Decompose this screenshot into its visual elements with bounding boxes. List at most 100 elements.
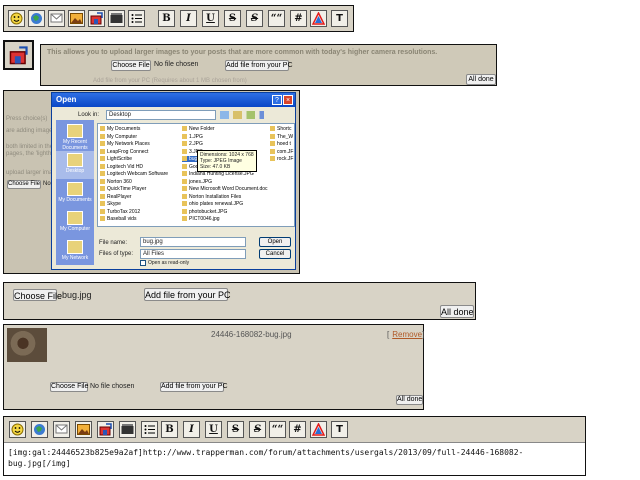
place-my-computer[interactable]: My Computer	[56, 209, 94, 237]
place-my-documents[interactable]: My Documents	[56, 180, 94, 208]
file-list-item-label: ohio plates renewal.JPG	[189, 201, 244, 207]
strikethrough-button[interactable]: S	[224, 10, 241, 27]
smiley-icon[interactable]	[8, 10, 25, 27]
file-list-item[interactable]: My Documents	[100, 126, 140, 132]
quote-button[interactable]: ““	[268, 10, 285, 27]
add-file-button[interactable]: Add file from your PC	[225, 60, 293, 71]
place-desktop[interactable]: Desktop	[56, 151, 94, 179]
choose-file-button[interactable]: Choose File	[50, 382, 88, 392]
help-icon[interactable]: ?	[272, 95, 282, 105]
globe-link-icon[interactable]	[31, 421, 48, 438]
all-done-button[interactable]: All done	[396, 395, 423, 405]
font-size-button[interactable]: T	[331, 421, 348, 438]
file-list-item[interactable]: QuickTime Player	[100, 186, 146, 192]
places-bar: My Recent Documents Desktop My Documents…	[56, 120, 94, 265]
bracket-open: [	[387, 330, 390, 339]
upload-image-button[interactable]	[3, 40, 34, 70]
uploaded-thumbnail[interactable]	[7, 328, 47, 362]
strikethrough-button[interactable]: S	[227, 421, 244, 438]
quote-button[interactable]: ““	[269, 421, 286, 438]
choose-file-button[interactable]: Choose File	[111, 60, 151, 71]
upload-image-icon[interactable]	[88, 10, 105, 27]
look-in-select[interactable]: Desktop	[106, 110, 216, 120]
list-icon[interactable]	[128, 10, 145, 27]
file-list-item[interactable]: Shortc	[270, 126, 291, 132]
underline-button[interactable]: U	[205, 421, 222, 438]
file-list-item[interactable]: New Microsoft Word Document.doc	[182, 186, 268, 192]
all-done-button[interactable]: All done	[440, 305, 474, 318]
image-icon[interactable]	[75, 421, 92, 438]
file-list-item[interactable]: Logitech Webcam Software	[100, 171, 168, 177]
code-button[interactable]: #	[290, 10, 307, 27]
video-icon[interactable]	[108, 10, 125, 27]
font-size-button[interactable]: T	[331, 10, 348, 27]
file-icon	[182, 186, 187, 192]
file-list-item[interactable]: My Computer	[100, 134, 137, 140]
editor-textarea[interactable]: [img:gal:24446523b825e9a2af]http://www.t…	[8, 447, 583, 475]
file-list-item[interactable]: LightScribe	[100, 156, 132, 162]
upload-bar: This allows you to upload larger images …	[40, 44, 497, 86]
file-list-item[interactable]: Logitech Vid HD	[100, 164, 143, 170]
place-recent-documents[interactable]: My Recent Documents	[56, 122, 94, 151]
chosen-file-bar: Choose File bug.jpg Add file from your P…	[3, 282, 476, 320]
file-list-item[interactable]: LeapFrog Connect	[100, 149, 148, 155]
smiley-icon[interactable]	[9, 421, 26, 438]
file-icon	[182, 171, 187, 177]
file-list-item[interactable]: hoed t	[270, 141, 291, 147]
underline-button[interactable]: U	[202, 10, 219, 27]
choose-file-button[interactable]: Choose File	[13, 289, 62, 301]
color-icon[interactable]	[310, 10, 327, 27]
file-list-item[interactable]: rock.JF	[270, 156, 293, 162]
image-icon[interactable]	[68, 10, 85, 27]
editor-line: bug.jpg[/img]	[8, 459, 71, 468]
file-icon	[100, 186, 105, 192]
code-button[interactable]: #	[289, 421, 306, 438]
nav-toolbar-icons[interactable]	[220, 111, 264, 119]
read-only-checkbox[interactable]	[140, 260, 146, 266]
file-name-input[interactable]: bug.jpg	[140, 237, 246, 247]
strike-italic-button[interactable]: S	[246, 10, 263, 27]
file-list-item[interactable]: com.JF	[270, 149, 293, 155]
file-icon	[182, 163, 187, 169]
file-list-item[interactable]: Skype	[100, 201, 121, 207]
file-list-item[interactable]: Norton 360	[100, 179, 132, 185]
file-list-item[interactable]: TurboTax 2012	[100, 209, 140, 215]
color-icon[interactable]	[310, 421, 327, 438]
file-list-item[interactable]: Norton Installation Files	[182, 194, 241, 200]
file-list-item[interactable]: RealPlayer	[100, 194, 131, 200]
upload-image-icon[interactable]	[97, 421, 114, 438]
file-list-item[interactable]: ohio plates renewal.JPG	[182, 201, 243, 207]
italic-button[interactable]: I	[183, 421, 200, 438]
bold-button[interactable]: B	[158, 10, 175, 27]
file-list-item[interactable]: 1.JPG	[182, 134, 203, 140]
bold-button[interactable]: B	[161, 421, 178, 438]
close-icon[interactable]: ×	[283, 95, 293, 105]
add-file-button[interactable]: Add file from your PC	[144, 288, 231, 301]
add-file-button[interactable]: Add file from your PC	[160, 382, 228, 392]
video-icon[interactable]	[119, 421, 136, 438]
file-list-item[interactable]: My Network Places	[100, 141, 150, 147]
file-list-item[interactable]: 2.JPG	[182, 141, 203, 147]
file-list-item[interactable]: Baseball vids	[100, 216, 136, 222]
globe-link-icon[interactable]	[28, 10, 45, 27]
open-button[interactable]: Open	[259, 237, 291, 247]
email-icon[interactable]	[53, 421, 70, 438]
file-list-item[interactable]: jones.JPG	[182, 179, 212, 185]
cancel-button[interactable]: Cancel	[259, 249, 291, 259]
all-done-button[interactable]: All done	[466, 74, 496, 85]
italic-button[interactable]: I	[180, 10, 197, 27]
remove-link[interactable]: Remove	[392, 330, 422, 339]
list-icon[interactable]	[141, 421, 158, 438]
file-list-item[interactable]: The_W	[270, 134, 293, 140]
file-list-item-label: New Folder	[189, 126, 215, 132]
email-icon[interactable]	[48, 10, 65, 27]
file-type-select[interactable]: All Files	[140, 249, 246, 259]
file-list-item-label: Baseball vids	[107, 216, 137, 222]
file-list-item[interactable]: photobucket.JPG	[182, 209, 227, 215]
file-list-item[interactable]: New Folder	[182, 126, 215, 132]
file-icon	[100, 171, 105, 177]
place-my-network[interactable]: My Network	[56, 238, 94, 266]
strike-italic-button[interactable]: S	[249, 421, 266, 438]
file-list-item[interactable]: PICT0046.jpg	[182, 216, 220, 222]
uploaded-file-panel: 24446-168082-bug.jpg [Remove] Choose Fil…	[3, 324, 424, 410]
